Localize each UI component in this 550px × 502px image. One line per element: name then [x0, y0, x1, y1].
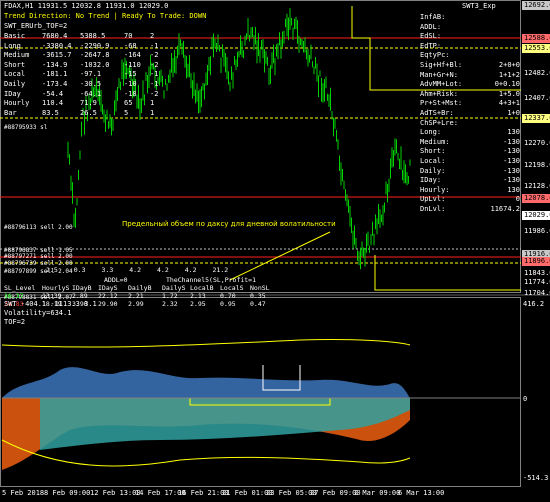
- order-label: #88797271 sell 2.00: [4, 253, 73, 260]
- price-label: 12692.0: [522, 1, 550, 10]
- indicator-label-right: SWT3_Exp: [462, 2, 496, 10]
- chart-header: FDAX,H1 11931.5 12032.8 11931.0 12029.0: [4, 2, 169, 10]
- annotation-text: Предельный объем по даксу для дневной во…: [122, 220, 336, 228]
- stats-table-left: Basic 7680.4 5388.5 70 2 Long -3380.4 -2290.9-…: [4, 32, 158, 118]
- stats-right-row: ADDL:: [420, 22, 442, 31]
- time-label: 21 Feb 01:00: [222, 489, 273, 497]
- sub-volatility: Volatility=634.1: [4, 309, 72, 317]
- stats-right-row: AdTS+Br: 1+0: [420, 108, 520, 117]
- price-label: 12270.0: [524, 139, 550, 147]
- stats-right-row: Daily: -130: [420, 166, 520, 175]
- sl-table-header: SL_Level HourlyS IDayB IDayS DailyB Dail…: [4, 284, 270, 292]
- sub-tof: TOF=2: [4, 318, 26, 326]
- time-axis: 5 Feb 2018 8 Feb 09:00 12 Feb 13:00 14 F…: [0, 489, 520, 501]
- osc-area-teal: [40, 398, 410, 450]
- stats-right-row: UpLvl: 0: [420, 195, 520, 204]
- price-label: 11774.0: [524, 278, 550, 286]
- stats-row: Daily -173.4 -30.5 -10 -1: [4, 79, 159, 88]
- stats-row: Long -3380.4 -2290.9 -68 -1: [4, 41, 159, 50]
- stats-row: Bar 83.5 26.5 5 1: [4, 108, 155, 117]
- channel-label: TheChannel5(SL,Profit=1: [166, 276, 257, 284]
- addl-label: ADDL=0: [104, 276, 128, 284]
- indicator-title: SWT_ERUrb_TOF=2: [4, 22, 68, 30]
- stats-right-row: Hourly: 130: [420, 185, 520, 194]
- osc-envelope-top: [1, 338, 411, 348]
- addl-value: 21.2: [212, 266, 229, 274]
- stats-right-row: DnLvl: 11674.2: [420, 204, 520, 213]
- price-label: 12588.0: [522, 34, 550, 43]
- stats-right-row: Pr+St+Mst: 4+3+1: [420, 99, 520, 108]
- stats-row: Medium -3615.7 -2647.8 -164 -2: [4, 51, 159, 60]
- addl-value: 2.5: [46, 266, 58, 274]
- addl-row: 2.5 0.3 3.3 4.2 4.2 4.2 21.2: [46, 266, 228, 274]
- stats-right-row: Sig+Hf+Bl: 2+0+0: [420, 60, 520, 69]
- time-label: 23 Feb 05:00: [266, 489, 317, 497]
- stats-right-row: AdvMM+Lot: 0+0.10: [420, 80, 520, 89]
- stats-right-row: Man+Gr+N: 1+1+2: [420, 70, 520, 79]
- time-label: 27 Feb 09:00: [310, 489, 361, 497]
- stats-right-row: ChSP+Lre:: [420, 118, 458, 127]
- price-label: 12128.0: [524, 182, 550, 190]
- order-label: #88796113 sell 2.00: [4, 224, 73, 231]
- price-label: 12029.0: [522, 211, 550, 220]
- time-label: 2 Mar 09:00: [354, 489, 401, 497]
- addl-value: 4.2: [184, 266, 197, 274]
- addl-value: 4.2: [129, 266, 141, 274]
- sub-header: SWT -404.1 -1113.3 3.1: [4, 300, 97, 308]
- stats-row: Hourly 110.4 71.9 65 1: [4, 99, 155, 108]
- stats-right-row: Ahm+Risk: 1+5.0: [420, 89, 520, 98]
- price-label: 11986.0: [524, 227, 550, 235]
- stats-right-row: Medium: -130: [420, 137, 520, 146]
- oscillator-fills: [1, 338, 521, 470]
- stats-row: Local -181.1 -97.1 -15 -1: [4, 70, 159, 79]
- stats-row: Basic 7680.4 5388.5 70 2: [4, 32, 155, 40]
- addl-value: 0.3: [73, 266, 86, 274]
- addl-value: 4.2: [157, 266, 169, 274]
- time-label: 12 Feb 13:00: [90, 489, 141, 497]
- stats-right-row: EdTP:: [420, 41, 442, 50]
- price-label: 12078.0: [522, 194, 550, 203]
- stats-right-row: IDay: -130: [420, 176, 520, 185]
- annotation-pointer: [229, 231, 331, 281]
- sub-scale-zero: 0: [523, 395, 528, 403]
- order-label: #88795933 sl: [4, 124, 48, 131]
- stats-row: IDay -54.4 -64.1 -18 -2: [4, 89, 159, 98]
- stats-right-row: Local: -130: [420, 156, 520, 165]
- stats-right-row: InfAB:: [420, 13, 446, 21]
- osc-area-positive: [2, 367, 410, 398]
- stats-right-row: EdSL:: [420, 32, 442, 41]
- stats-right-row: Short: -130: [420, 147, 520, 156]
- stats-right-row: Long: 130: [420, 128, 520, 137]
- time-label: 16 Feb 21:00: [178, 489, 229, 497]
- sl-table-row: 16.37 13.39 2.89 22.12 2.21 1.72 2.13 0.…: [4, 292, 266, 300]
- price-label: 12198.0: [524, 161, 550, 169]
- price-label: 11896.0: [522, 257, 550, 266]
- price-label: 12407.0: [524, 94, 550, 102]
- step-line-lower: [374, 255, 521, 291]
- addl-value: 3.3: [101, 266, 114, 274]
- sub-scale-bottom: -514.3: [523, 474, 549, 482]
- trend-line: Trend Direction: No Trend | Ready To Tra…: [4, 12, 207, 20]
- sub-scale-top: 416.2: [523, 300, 545, 308]
- stats-row: Short -134.9 -1032.0 -110 -2: [4, 60, 159, 69]
- price-label: 11704.0: [524, 289, 550, 297]
- stats-table-right: InfAB: ADDL: EdSL: EdTP: EqtyPc: Sig+Hf+…: [420, 13, 520, 214]
- stats-right-row: EqtyPc:: [420, 51, 450, 60]
- time-label: 6 Mar 13:00: [398, 489, 445, 497]
- time-label: 5 Feb 2018: [2, 489, 45, 497]
- price-label: 12337.0: [522, 114, 550, 123]
- price-label: 12482.0: [524, 69, 550, 77]
- price-label: 11843.0: [524, 269, 550, 277]
- time-label: 8 Feb 09:00: [44, 489, 91, 497]
- price-label: 12553.0: [522, 44, 550, 53]
